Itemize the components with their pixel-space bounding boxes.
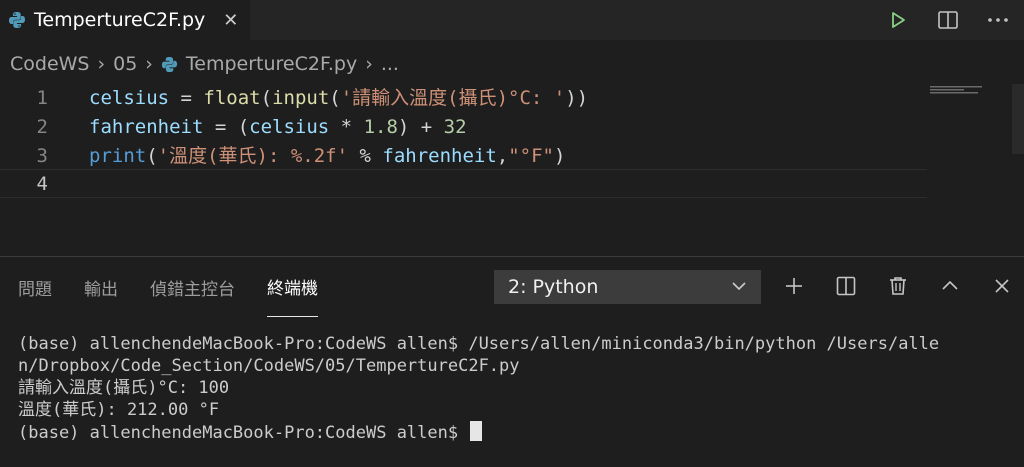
- code-token: ): [553, 145, 566, 167]
- code-token: '請輸入溫度(攝氏)°C: ': [340, 87, 566, 109]
- bottom-panel: 問題 輸出 偵錯主控台 終端機 2: Python (base) allench…: [0, 256, 1024, 467]
- terminal-line: 溫度(華氏): 212.00 °F: [18, 400, 220, 420]
- terminal-select-value: 2: Python: [508, 276, 599, 298]
- breadcrumb-item-codews[interactable]: CodeWS: [10, 53, 90, 75]
- minimap[interactable]: [930, 84, 990, 104]
- code-token: (: [329, 87, 341, 109]
- code-token: ) +: [397, 116, 444, 138]
- terminal-output[interactable]: (base) allenchendeMacBook-Pro:CodeWS all…: [18, 333, 1008, 444]
- close-panel-icon[interactable]: [986, 270, 1018, 302]
- code-text: fahrenheit = (celsius * 1.8) + 32: [89, 113, 467, 142]
- terminal-line: 請輸入溫度(攝氏)°C: 100: [18, 378, 230, 398]
- code-token: print: [89, 145, 147, 167]
- code-token: 32: [443, 116, 467, 138]
- chevron-down-icon: [731, 276, 747, 296]
- code-editor[interactable]: 1 celsius = float(input('請輸入溫度(攝氏)°C: ')…: [0, 84, 1024, 254]
- code-line[interactable]: 2 fahrenheit = (celsius * 1.8) + 32: [0, 113, 927, 142]
- terminal-line: (base) allenchendeMacBook-Pro:CodeWS all…: [18, 334, 940, 354]
- code-token: input: [272, 87, 330, 109]
- panel-actions: [778, 270, 1018, 302]
- breadcrumb-item-file[interactable]: TempertureC2F.py: [186, 53, 357, 75]
- code-token: celsius: [89, 87, 170, 109]
- breadcrumb-item-more[interactable]: ...: [381, 53, 399, 75]
- editor-tab[interactable]: TempertureC2F.py ✕: [0, 0, 250, 40]
- terminal-prompt-line: (base) allenchendeMacBook-Pro:CodeWS all…: [18, 421, 1008, 444]
- code-line[interactable]: 1 celsius = float(input('請輸入溫度(攝氏)°C: ')…: [0, 84, 927, 113]
- code-token: =: [169, 87, 204, 109]
- python-file-icon: [8, 11, 26, 29]
- code-token: ,: [496, 145, 509, 167]
- code-token: = (: [203, 116, 250, 138]
- breadcrumb-item-05[interactable]: 05: [113, 53, 137, 75]
- code-token: "°F": [508, 145, 554, 167]
- line-number: 2: [36, 116, 48, 138]
- editor-tab-bar: TempertureC2F.py ✕: [0, 0, 1024, 40]
- maximize-panel-icon[interactable]: [934, 270, 966, 302]
- tab-problems[interactable]: 問題: [18, 257, 52, 317]
- chevron-right-icon: ›: [97, 53, 106, 75]
- new-terminal-icon[interactable]: [778, 270, 810, 302]
- line-number: 4: [36, 173, 48, 195]
- split-editor-icon[interactable]: [932, 4, 964, 36]
- editor-scrollbar[interactable]: [1012, 84, 1024, 154]
- chevron-right-icon: ›: [145, 53, 153, 75]
- trash-icon[interactable]: [882, 270, 914, 302]
- code-token: (: [260, 87, 273, 109]
- editor-actions: [882, 0, 1014, 40]
- code-token: '溫度(華氏): %.2f': [157, 145, 349, 167]
- code-line-current[interactable]: 4: [0, 169, 927, 198]
- more-actions-icon[interactable]: [982, 4, 1014, 36]
- chevron-right-icon: ›: [365, 53, 373, 75]
- code-token: celsius: [249, 116, 330, 138]
- python-file-icon: [161, 56, 178, 73]
- code-token: fahrenheit: [89, 116, 204, 138]
- panel-tabs: 問題 輸出 偵錯主控台 終端機: [0, 257, 332, 317]
- line-number: 3: [36, 145, 48, 167]
- run-icon[interactable]: [882, 4, 914, 36]
- code-token: (: [146, 145, 158, 167]
- tab-debug-console[interactable]: 偵錯主控台: [150, 257, 235, 317]
- terminal-line: n/Dropbox/Code_Section/CodeWS/05/Tempert…: [18, 356, 520, 376]
- close-icon[interactable]: ✕: [223, 10, 238, 31]
- code-token: *: [329, 116, 364, 138]
- code-token: )): [565, 87, 589, 109]
- code-token: %: [348, 145, 383, 167]
- code-text: celsius = float(input('請輸入溫度(攝氏)°C: ')): [89, 84, 588, 113]
- terminal-prompt: (base) allenchendeMacBook-Pro:CodeWS all…: [18, 423, 469, 443]
- tab-terminal[interactable]: 終端機: [267, 257, 318, 317]
- terminal-select[interactable]: 2: Python: [494, 270, 761, 304]
- code-token: fahrenheit: [382, 145, 497, 167]
- code-text: print('溫度(華氏): %.2f' % fahrenheit,"°F"): [89, 142, 565, 171]
- code-line[interactable]: 3 print('溫度(華氏): %.2f' % fahrenheit,"°F"…: [0, 142, 927, 171]
- tab-title: TempertureC2F.py: [34, 9, 206, 31]
- line-number: 1: [36, 87, 48, 109]
- breadcrumb: CodeWS › 05 › TempertureC2F.py › ...: [0, 44, 1024, 84]
- split-terminal-icon[interactable]: [830, 270, 862, 302]
- tab-output[interactable]: 輸出: [84, 257, 118, 317]
- terminal-cursor: [470, 421, 483, 441]
- code-token: float: [203, 87, 261, 109]
- code-token: 1.8: [363, 116, 398, 138]
